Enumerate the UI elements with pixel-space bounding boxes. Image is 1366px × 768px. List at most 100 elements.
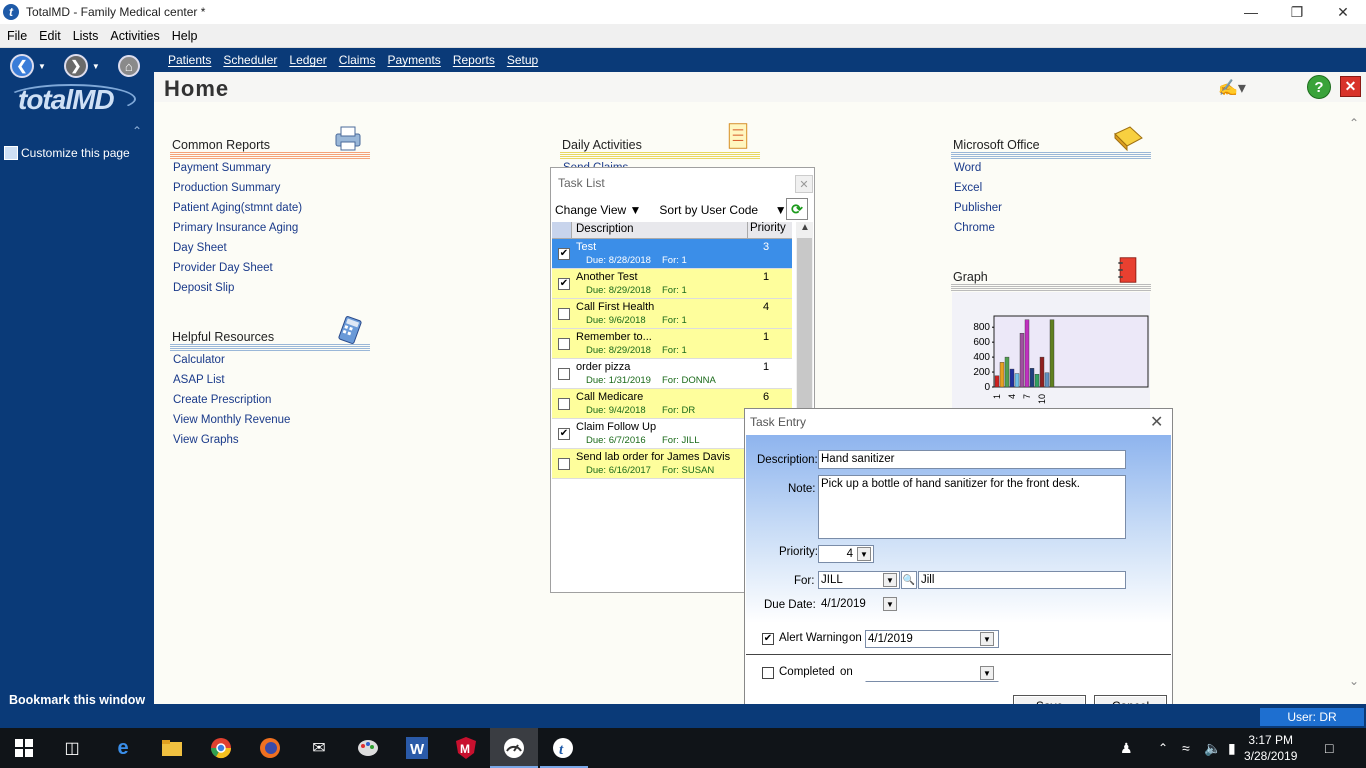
alert-date-dropdown-icon[interactable]: ▼ xyxy=(980,632,994,646)
link-primary-insurance-aging[interactable]: Primary Insurance Aging xyxy=(173,222,298,234)
mcafee-icon[interactable]: M xyxy=(454,736,478,760)
task-checkbox[interactable] xyxy=(558,308,570,320)
link-create-prescription[interactable]: Create Prescription xyxy=(173,394,271,406)
speedometer-app-icon[interactable] xyxy=(502,736,526,760)
task-row[interactable]: Call First Health Due: 9/6/2018 For: 1 4 xyxy=(552,299,792,329)
firefox-icon[interactable] xyxy=(258,736,282,760)
battery-icon[interactable]: ▮ xyxy=(1228,740,1236,757)
task-row[interactable]: order pizza Due: 1/31/2019 For: DONNA 1 xyxy=(552,359,792,389)
scroll-up-icon[interactable]: ⌃ xyxy=(1349,116,1359,130)
nav-ledger[interactable]: Ledger xyxy=(283,53,332,67)
mail-icon[interactable]: ✉ xyxy=(307,736,331,760)
nav-payments[interactable]: Payments xyxy=(381,53,446,67)
task-view-icon[interactable]: ◫ xyxy=(60,736,84,760)
task-row[interactable]: ✔ Another Test Due: 8/29/2018 For: 1 1 xyxy=(552,269,792,299)
completed-date-dropdown-icon[interactable]: ▼ xyxy=(980,666,994,680)
chrome-icon[interactable] xyxy=(209,736,233,760)
task-entry-close-icon[interactable]: ✕ xyxy=(1150,412,1163,432)
link-word[interactable]: Word xyxy=(954,162,981,174)
task-row[interactable]: ✔ Test Due: 8/28/2018 For: 1 3 xyxy=(552,239,792,269)
volume-icon[interactable]: 🔈 xyxy=(1204,740,1221,757)
graph-panel[interactable]: 0 200 400 600 800 1 4 7 10 xyxy=(952,292,1150,410)
minimize-icon[interactable]: — xyxy=(1228,0,1274,24)
link-deposit-slip[interactable]: Deposit Slip xyxy=(173,282,234,294)
for-dropdown-icon[interactable]: ▼ xyxy=(883,573,897,587)
task-checkbox[interactable] xyxy=(558,338,570,350)
customize-tool-icon[interactable]: ✍▾ xyxy=(1218,78,1246,98)
sort-dropdown[interactable]: Sort by User Code ▼ xyxy=(659,203,786,217)
nav-reports[interactable]: Reports xyxy=(447,53,501,67)
totalmd-taskbar-icon[interactable]: t xyxy=(551,736,575,760)
word-icon[interactable]: W xyxy=(405,736,429,760)
column-description[interactable]: Description xyxy=(576,223,634,235)
start-windows-icon[interactable] xyxy=(12,736,36,760)
menu-lists[interactable]: Lists xyxy=(67,29,105,43)
file-explorer-icon[interactable] xyxy=(160,736,184,760)
scroll-down-icon[interactable]: ⌄ xyxy=(1349,674,1359,688)
note-field[interactable]: Pick up a bottle of hand sanitizer for t… xyxy=(818,475,1126,539)
due-date-picker[interactable]: 4/1/2019 ▼ xyxy=(818,595,902,613)
customize-page-link[interactable]: Customize this page xyxy=(4,146,130,160)
task-list-close-icon[interactable]: ✕ xyxy=(795,175,813,193)
close-window-icon[interactable]: ✕ xyxy=(1320,0,1366,24)
task-checkbox[interactable] xyxy=(558,398,570,410)
refresh-icon[interactable]: ⟳ xyxy=(786,198,808,220)
completed-checkbox[interactable] xyxy=(762,667,774,679)
completed-date-picker[interactable]: ▼ xyxy=(865,664,999,682)
column-priority[interactable]: Priority xyxy=(747,222,786,238)
menu-activities[interactable]: Activities xyxy=(104,29,165,43)
for-name-field[interactable]: Jill xyxy=(918,571,1126,589)
system-clock[interactable]: 3:17 PM 3/28/2019 xyxy=(1244,732,1297,764)
description-field[interactable]: Hand sanitizer xyxy=(818,450,1126,469)
link-asap-list[interactable]: ASAP List xyxy=(173,374,225,386)
for-select[interactable]: JILL ▼ xyxy=(818,571,900,589)
wifi-icon[interactable]: ≈ xyxy=(1182,740,1190,756)
alert-warning-checkbox[interactable]: ✔ xyxy=(762,633,774,645)
link-view-graphs[interactable]: View Graphs xyxy=(173,434,239,446)
task-row[interactable]: Remember to... Due: 8/29/2018 For: 1 1 xyxy=(552,329,792,359)
collapse-chevron-icon[interactable]: ⌃ xyxy=(132,124,142,138)
link-provider-day-sheet[interactable]: Provider Day Sheet xyxy=(173,262,273,274)
back-arrow-icon[interactable]: ❮ xyxy=(10,54,34,78)
link-calculator[interactable]: Calculator xyxy=(173,354,225,366)
task-checkbox[interactable]: ✔ xyxy=(558,428,570,440)
show-hidden-icons-icon[interactable]: ⌃ xyxy=(1158,741,1168,755)
menu-file[interactable]: File xyxy=(0,29,33,43)
link-chrome[interactable]: Chrome xyxy=(954,222,995,234)
alert-date-picker[interactable]: 4/1/2019 ▼ xyxy=(865,630,999,648)
restore-icon[interactable]: ❐ xyxy=(1274,0,1320,24)
link-payment-summary[interactable]: Payment Summary xyxy=(173,162,271,174)
forward-dropdown-icon[interactable]: ▼ xyxy=(92,62,100,71)
notifications-icon[interactable]: □ xyxy=(1325,740,1333,756)
task-scroll-up-icon[interactable]: ▲ xyxy=(800,222,810,233)
link-day-sheet[interactable]: Day Sheet xyxy=(173,242,227,254)
link-excel[interactable]: Excel xyxy=(954,182,982,194)
nav-setup[interactable]: Setup xyxy=(501,53,544,67)
lookup-search-icon[interactable]: 🔍 xyxy=(901,571,917,589)
link-publisher[interactable]: Publisher xyxy=(954,202,1002,214)
task-checkbox[interactable]: ✔ xyxy=(558,278,570,290)
task-checkbox[interactable]: ✔ xyxy=(558,248,570,260)
edge-browser-icon[interactable]: e xyxy=(111,736,135,760)
page-scrollbar[interactable]: ⌃ ⌄ xyxy=(1344,102,1366,704)
change-view-dropdown[interactable]: Change View ▼ xyxy=(555,203,641,217)
task-checkbox[interactable] xyxy=(558,368,570,380)
task-checkbox[interactable] xyxy=(558,458,570,470)
priority-dropdown-icon[interactable]: ▼ xyxy=(857,547,871,561)
people-icon[interactable]: ♟ xyxy=(1120,740,1133,757)
help-icon[interactable]: ? xyxy=(1307,75,1331,99)
paint-icon[interactable] xyxy=(356,736,380,760)
forward-arrow-icon[interactable]: ❯ xyxy=(63,54,88,78)
priority-select[interactable]: 4 ▼ xyxy=(818,545,874,563)
nav-patients[interactable]: Patients xyxy=(154,53,217,67)
bookmark-window-link[interactable]: Bookmark this window xyxy=(9,693,145,707)
link-view-monthly-revenue[interactable]: View Monthly Revenue xyxy=(173,414,290,426)
due-date-dropdown-icon[interactable]: ▼ xyxy=(883,597,897,611)
back-dropdown-icon[interactable]: ▼ xyxy=(38,62,46,71)
link-patient-aging[interactable]: Patient Aging(stmnt date) xyxy=(173,202,302,214)
close-page-icon[interactable]: ✕ xyxy=(1340,76,1361,97)
menu-edit[interactable]: Edit xyxy=(33,29,67,43)
nav-claims[interactable]: Claims xyxy=(333,53,382,67)
menu-help[interactable]: Help xyxy=(166,29,204,43)
link-production-summary[interactable]: Production Summary xyxy=(173,182,280,194)
